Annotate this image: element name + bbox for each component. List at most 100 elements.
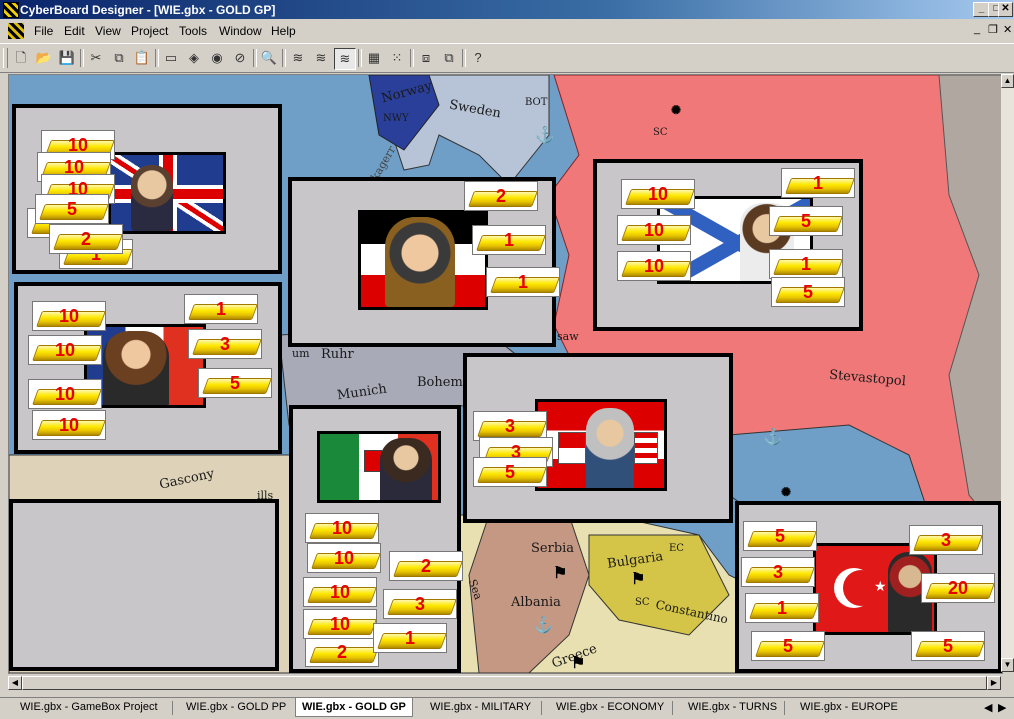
- layer1-icon[interactable]: ≋: [288, 48, 308, 68]
- piece-icon[interactable]: ⊘: [230, 48, 250, 68]
- germany-flag-portrait[interactable]: [358, 210, 488, 310]
- mdi-close-button[interactable]: ✕: [1003, 23, 1012, 36]
- group-icon[interactable]: ⧈: [416, 48, 436, 68]
- tab-economy[interactable]: WIE.gbx - ECONOMY: [556, 701, 664, 713]
- austria-panel[interactable]: 3 3 5: [463, 353, 733, 523]
- gold-token[interactable]: 2: [49, 224, 123, 254]
- toolbar-grip[interactable]: [3, 48, 8, 68]
- vertical-scrollbar[interactable]: ▲ ▼: [1001, 74, 1014, 672]
- tab-europe[interactable]: WIE.gbx - EUROPE: [800, 701, 898, 713]
- tab-turns[interactable]: WIE.gbx - TURNS: [688, 701, 777, 713]
- paste-icon[interactable]: 📋: [132, 48, 152, 68]
- gold-token[interactable]: 5: [743, 521, 817, 551]
- gold-token[interactable]: 1: [769, 249, 843, 279]
- menu-edit[interactable]: Edit: [64, 24, 85, 38]
- gold-token[interactable]: 2: [464, 181, 538, 211]
- gold-token[interactable]: 3: [383, 589, 457, 619]
- gold-token[interactable]: 1: [373, 623, 447, 653]
- cut-icon[interactable]: ✂: [86, 48, 106, 68]
- gold-token[interactable]: 10: [28, 335, 102, 365]
- britain-flag-portrait[interactable]: [108, 152, 226, 234]
- portrait: [103, 331, 169, 405]
- gold-token[interactable]: 10: [303, 577, 377, 607]
- gold-token[interactable]: 5: [771, 277, 845, 307]
- gold-token[interactable]: 2: [389, 551, 463, 581]
- gold-token[interactable]: 5: [198, 368, 272, 398]
- menu-help[interactable]: Help: [271, 24, 296, 38]
- gold-token[interactable]: 10: [307, 543, 381, 573]
- scroll-up-arrow[interactable]: ▲: [1001, 74, 1014, 88]
- gold-token[interactable]: 1: [184, 294, 258, 324]
- gold-token[interactable]: 10: [617, 251, 691, 281]
- close-button[interactable]: ✕: [998, 2, 1013, 17]
- gold-token[interactable]: 10: [621, 179, 695, 209]
- marker-icon[interactable]: ◉: [207, 48, 227, 68]
- gold-token[interactable]: 10: [617, 215, 691, 245]
- tab-gold-gp[interactable]: WIE.gbx - GOLD GP: [295, 698, 413, 717]
- gold-token[interactable]: 3: [741, 557, 815, 587]
- layer2-icon[interactable]: ≋: [311, 48, 331, 68]
- gold-token[interactable]: 5: [473, 457, 547, 487]
- open-icon[interactable]: 📂: [34, 48, 54, 68]
- ungroup-icon[interactable]: ⧉: [439, 48, 459, 68]
- gold-token[interactable]: 1: [486, 267, 560, 297]
- tab-scroll-right-icon[interactable]: ▶: [998, 701, 1006, 714]
- gold-token[interactable]: 10: [305, 513, 379, 543]
- menu-window[interactable]: Window: [219, 24, 262, 38]
- grid-icon[interactable]: ▦: [364, 48, 384, 68]
- menu-project[interactable]: Project: [131, 24, 168, 38]
- gold-token[interactable]: 5: [911, 631, 985, 661]
- scroll-right-arrow[interactable]: ▶: [987, 676, 1001, 690]
- gold-token[interactable]: 5: [35, 194, 109, 224]
- document-icon[interactable]: [8, 23, 24, 39]
- app-icon[interactable]: [3, 2, 19, 18]
- layer3-icon[interactable]: ≋: [334, 48, 356, 70]
- gold-token[interactable]: 10: [32, 301, 106, 331]
- tile-icon[interactable]: ◈: [184, 48, 204, 68]
- star-icon: ★: [874, 578, 887, 594]
- save-icon[interactable]: 💾: [57, 48, 77, 68]
- zoom-icon[interactable]: 🔍: [259, 48, 279, 68]
- britain-panel[interactable]: 1 10 10 10 5 2: [12, 104, 282, 274]
- copy-icon[interactable]: ⧉: [109, 48, 129, 68]
- austria-hungary-flag-portrait[interactable]: [535, 399, 667, 491]
- help-icon[interactable]: ?: [468, 48, 488, 68]
- gold-token[interactable]: 5: [769, 206, 843, 236]
- tab-gold-pp[interactable]: WIE.gbx - GOLD PP: [186, 701, 286, 713]
- scroll-left-arrow[interactable]: ◀: [8, 676, 22, 690]
- empty-panel[interactable]: [9, 499, 279, 671]
- gold-token[interactable]: 10: [303, 609, 377, 639]
- gold-token[interactable]: 1: [745, 593, 819, 623]
- menu-view[interactable]: View: [95, 24, 121, 38]
- tab-military[interactable]: WIE.gbx - MILITARY: [430, 701, 531, 713]
- horizontal-scrollbar[interactable]: ◀ ▶: [8, 676, 1001, 690]
- mdi-minimize-button[interactable]: _: [974, 23, 980, 35]
- germany-panel[interactable]: 2 1 1: [288, 177, 560, 347]
- russia-panel[interactable]: 10 10 10 1 5 1 5: [593, 159, 863, 331]
- menu-tools[interactable]: Tools: [179, 24, 207, 38]
- gold-token[interactable]: 10: [32, 410, 106, 440]
- menu-file[interactable]: File: [34, 24, 53, 38]
- scroll-down-arrow[interactable]: ▼: [1001, 658, 1014, 672]
- tab-scroll-left-icon[interactable]: ◀: [984, 701, 992, 714]
- gold-token[interactable]: 2: [305, 637, 379, 667]
- france-panel[interactable]: 10 10 10 10 1 3 5: [14, 282, 282, 454]
- turkey-panel[interactable]: ★ 5 3 1 5 3 20 5: [735, 501, 1002, 673]
- dotgrid-icon[interactable]: ⁙: [387, 48, 407, 68]
- board-icon[interactable]: ▭: [161, 48, 181, 68]
- italy-panel[interactable]: 2 10 10 10 10 2 3 1: [289, 405, 463, 673]
- gold-token[interactable]: 1: [781, 168, 855, 198]
- italy-flag-portrait[interactable]: [317, 431, 441, 503]
- gold-token[interactable]: 20: [921, 573, 995, 603]
- scroll-thumb[interactable]: [22, 676, 987, 690]
- tab-gamebox-project[interactable]: WIE.gbx - GameBox Project: [20, 701, 158, 713]
- board-canvas[interactable]: Norway NWY Sweden BOT SC Skagerr Stevast…: [8, 74, 1003, 674]
- turkey-flag-portrait[interactable]: ★: [813, 543, 937, 635]
- mdi-restore-button[interactable]: ❐: [988, 23, 998, 36]
- gold-token[interactable]: 10: [28, 379, 102, 409]
- gold-token[interactable]: 5: [751, 631, 825, 661]
- gold-token[interactable]: 3: [188, 329, 262, 359]
- gold-token[interactable]: 1: [472, 225, 546, 255]
- new-icon[interactable]: 🗋: [11, 48, 31, 68]
- gold-token[interactable]: 3: [909, 525, 983, 555]
